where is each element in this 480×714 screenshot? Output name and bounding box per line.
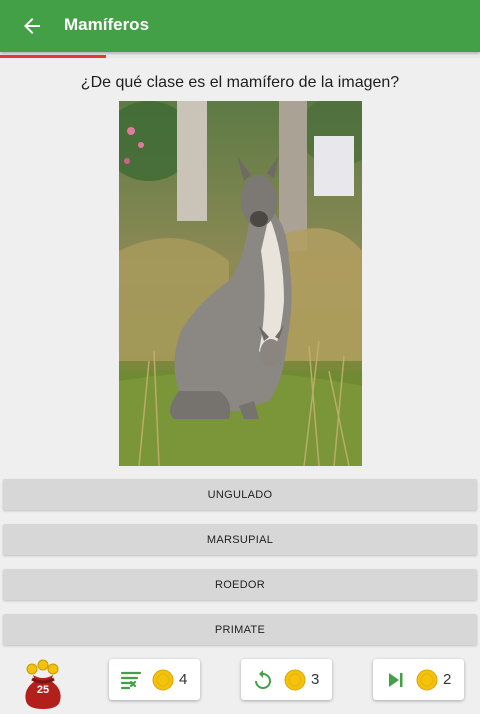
- retry-button[interactable]: 3: [241, 659, 332, 700]
- answer-button-3[interactable]: ROEDOR: [3, 569, 477, 600]
- page-title: Mamíferos: [64, 15, 150, 34]
- coin-count: 25: [36, 684, 50, 696]
- retry-cost: 3: [311, 671, 320, 688]
- coin-icon: [152, 669, 174, 691]
- eliminate-cost: 4: [179, 671, 188, 688]
- answer-button-4[interactable]: PRIMATE: [3, 614, 477, 645]
- retry-icon: [255, 670, 271, 689]
- coin-icon: [416, 669, 438, 691]
- kangaroo-image: [119, 101, 362, 466]
- question-text: ¿De qué clase es el mamífero de la image…: [80, 74, 400, 91]
- skip-button[interactable]: 2: [373, 659, 464, 700]
- eliminate-answers-button[interactable]: 4: [109, 659, 200, 700]
- arrow-left-icon[interactable]: [20, 14, 44, 38]
- coin-bag[interactable]: 25: [18, 659, 68, 709]
- app-bar: Mamíferos: [0, 0, 480, 52]
- animal-photo: [119, 101, 362, 466]
- progress-bar: [0, 55, 480, 58]
- progress-fill: [0, 55, 106, 58]
- skip-icon: [389, 673, 403, 687]
- coin-icon: [284, 669, 306, 691]
- answer-button-2[interactable]: MARSUPIAL: [3, 524, 477, 555]
- answer-button-1[interactable]: UNGULADO: [3, 479, 477, 510]
- skip-cost: 2: [443, 671, 452, 688]
- eliminate-answers-icon: [120, 671, 142, 690]
